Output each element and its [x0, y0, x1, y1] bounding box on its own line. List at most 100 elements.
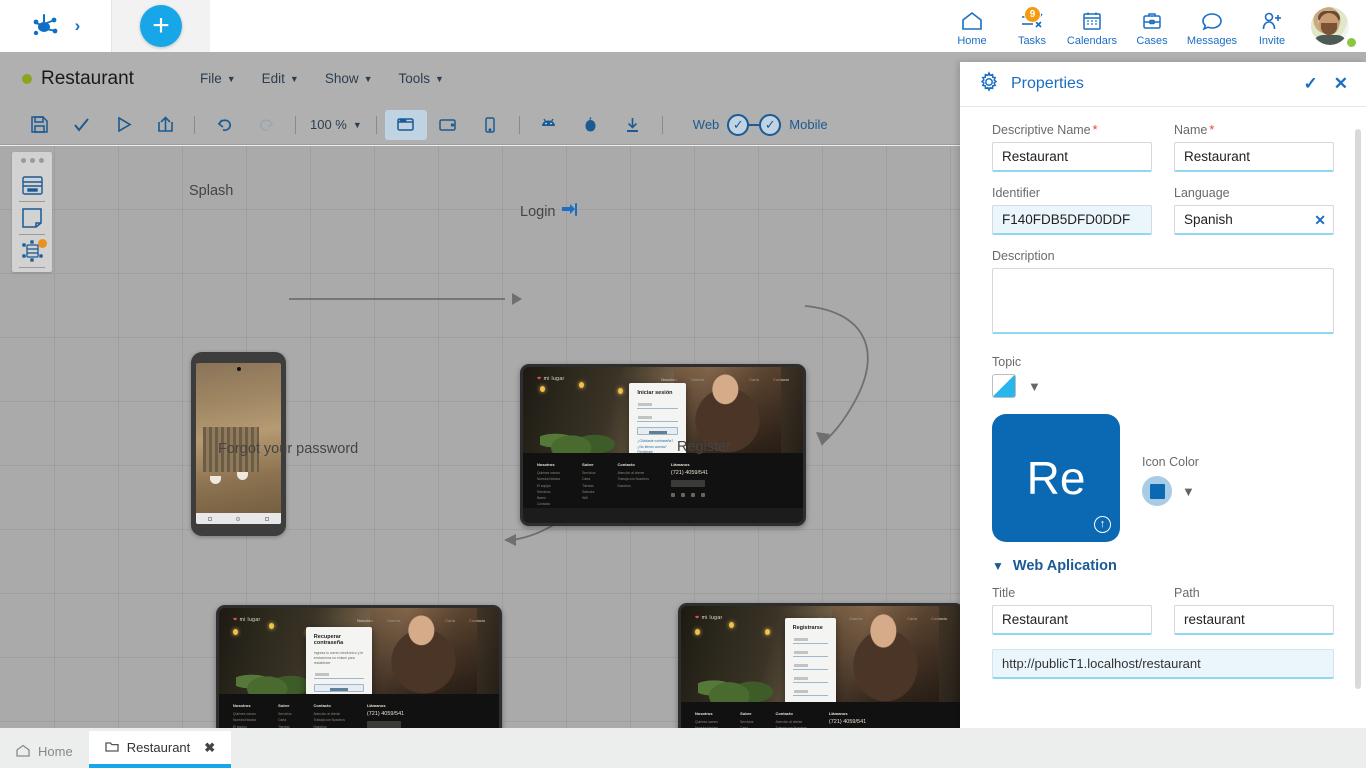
download-icon[interactable]	[612, 110, 654, 140]
app-icon-text: Re	[1026, 452, 1086, 504]
node-register-window[interactable]: ❤ mi lugar NosotrosGaleríaReservasCartaC…	[678, 603, 964, 728]
phone-icon[interactable]	[469, 110, 511, 140]
menu-file[interactable]: File ▼	[200, 71, 236, 86]
bottom-tab-restaurant[interactable]: Restaurant ✖	[88, 731, 232, 768]
login-footer: Nosotros Quiénes somos Nuestra historia El …	[523, 453, 803, 508]
nav-item-invite[interactable]: Invite	[1242, 6, 1302, 47]
folder-icon	[105, 740, 119, 756]
apple-icon[interactable]	[570, 110, 612, 140]
toolbar-separator	[295, 115, 296, 134]
login-hero: ❤ mi lugar NosotrosGaleríaReservasCartaC…	[523, 367, 803, 453]
deploy-icon[interactable]	[144, 110, 186, 140]
field-language: Language ✕	[1174, 186, 1334, 235]
palette-screen-icon[interactable]	[12, 169, 52, 201]
close-tab-icon[interactable]: ✖	[204, 740, 215, 756]
upload-icon[interactable]: ↑	[1094, 516, 1111, 533]
footer-head-2: Contacto	[617, 462, 635, 467]
language-input[interactable]	[1174, 205, 1334, 235]
descriptive-name-input[interactable]	[992, 142, 1152, 172]
palette-component-icon[interactable]	[12, 235, 52, 267]
nav-item-cases[interactable]: Cases	[1122, 6, 1182, 47]
chevron-down-icon[interactable]: ▼	[1182, 484, 1195, 499]
web-url-input[interactable]	[992, 649, 1334, 679]
footer-phone-head: Llámanos	[670, 462, 690, 467]
close-icon[interactable]: ✕	[1334, 74, 1348, 94]
chevron-down-icon: ▼	[435, 73, 444, 84]
topic-label: Topic	[992, 355, 1022, 369]
node-forgot-window[interactable]: ❤ mi lugar NosotrosGaleríaReservasCartaC…	[216, 605, 502, 728]
web-label: Web	[692, 117, 720, 132]
palette-drag-handle[interactable]	[20, 158, 44, 163]
footer-reserve-button[interactable]	[366, 721, 401, 728]
node-label-login-text: Login	[520, 203, 556, 220]
footer-head-2: Contacto	[775, 711, 793, 716]
web-title-label: Title	[992, 586, 1016, 600]
desktop-icon[interactable]	[384, 109, 427, 140]
properties-scrollbar[interactable]	[1355, 129, 1361, 689]
web-path-label: Path	[1174, 586, 1200, 600]
add-button[interactable]: +	[140, 5, 182, 47]
nav-item-tasks[interactable]: 9 Tasks	[1002, 5, 1062, 47]
chevron-down-icon: ▼	[363, 73, 373, 84]
footer-head-2: Contacto	[313, 703, 331, 708]
mobile-check-icon[interactable]: ✓	[759, 113, 782, 136]
section-web-application[interactable]: ▼ Web Aplication	[992, 558, 1334, 574]
field-descriptive-name: Descriptive Name *	[992, 123, 1152, 172]
forgot-dialog-title: Recuperar contraseña	[313, 633, 344, 646]
redo-icon[interactable]	[245, 110, 287, 140]
chevron-down-icon: ▼	[992, 559, 1004, 573]
menu-edit[interactable]: Edit ▼	[262, 71, 299, 86]
node-label-forgot[interactable]: Forgot your password	[218, 441, 358, 457]
properties-header: Properties ✓ ✕	[960, 62, 1366, 107]
description-textarea[interactable]	[992, 268, 1334, 334]
name-input[interactable]	[1174, 142, 1334, 172]
chevron-down-icon[interactable]: ▼	[1028, 379, 1041, 394]
mobile-label: Mobile	[789, 117, 828, 132]
menu-tools[interactable]: Tools ▼	[399, 71, 444, 86]
web-path-input[interactable]	[1174, 605, 1334, 635]
zoom-control[interactable]: 100 % ▼	[304, 117, 368, 132]
footer-reserve-button[interactable]	[670, 480, 705, 487]
register-footer: NosotrosQuiénes somosNuestra historiaEl …	[681, 702, 961, 728]
avatar[interactable]	[1302, 7, 1358, 49]
node-login-window[interactable]: ❤ mi lugar NosotrosGaleríaReservasCartaC…	[520, 364, 806, 526]
check-icon[interactable]	[60, 110, 102, 140]
web-check-icon[interactable]: ✓	[727, 113, 750, 136]
descriptive-name-label: Descriptive Name *	[992, 123, 1152, 137]
app-status-dot	[22, 73, 32, 84]
nav-item-messages[interactable]: Messages	[1182, 6, 1242, 47]
node-label-splash[interactable]: Splash	[189, 183, 233, 199]
node-label-register-text: Register	[677, 439, 731, 455]
nav-label-home: Home	[957, 34, 987, 47]
chevron-right-icon[interactable]: ›	[75, 16, 81, 36]
node-label-login[interactable]: Login	[520, 202, 578, 221]
genexus-logo-icon[interactable]	[31, 11, 61, 41]
forgot-dialog: Recuperar contraseña Ingresa tu correo e…	[305, 626, 372, 694]
confirm-icon[interactable]: ✓	[1304, 74, 1318, 94]
nav-item-calendars[interactable]: Calendars	[1062, 6, 1122, 47]
toolbar-separator	[375, 115, 377, 134]
icon-color-swatch[interactable]	[1142, 476, 1172, 506]
login-dialog-title: Iniciar sesión	[637, 390, 673, 397]
clear-language-icon[interactable]: ✕	[1314, 212, 1326, 229]
gear-icon[interactable]	[978, 70, 1000, 98]
save-icon[interactable]	[18, 110, 60, 140]
chevron-down-icon: ▼	[352, 119, 362, 130]
node-label-register[interactable]: Register	[677, 439, 731, 455]
app-icon-preview[interactable]: Re ↑	[992, 414, 1120, 542]
undo-icon[interactable]	[203, 110, 245, 140]
arrow-head	[504, 534, 516, 546]
top-bar: › + Home 9 Tasks Calendars Cases Message…	[0, 0, 1366, 52]
nav-item-home[interactable]: Home	[942, 6, 1002, 47]
tablet-icon[interactable]	[427, 110, 469, 140]
identifier-input[interactable]	[992, 205, 1152, 235]
bottom-tab-home[interactable]: Home	[0, 735, 89, 768]
footer-social-icons[interactable]	[670, 493, 708, 497]
palette-page-icon[interactable]	[12, 202, 52, 234]
android-icon[interactable]	[528, 110, 570, 140]
menu-show[interactable]: Show ▼	[325, 71, 373, 86]
run-icon[interactable]	[102, 110, 144, 140]
briefcase-icon	[1142, 9, 1162, 33]
web-title-input[interactable]	[992, 605, 1152, 635]
topic-swatch[interactable]	[992, 374, 1016, 398]
